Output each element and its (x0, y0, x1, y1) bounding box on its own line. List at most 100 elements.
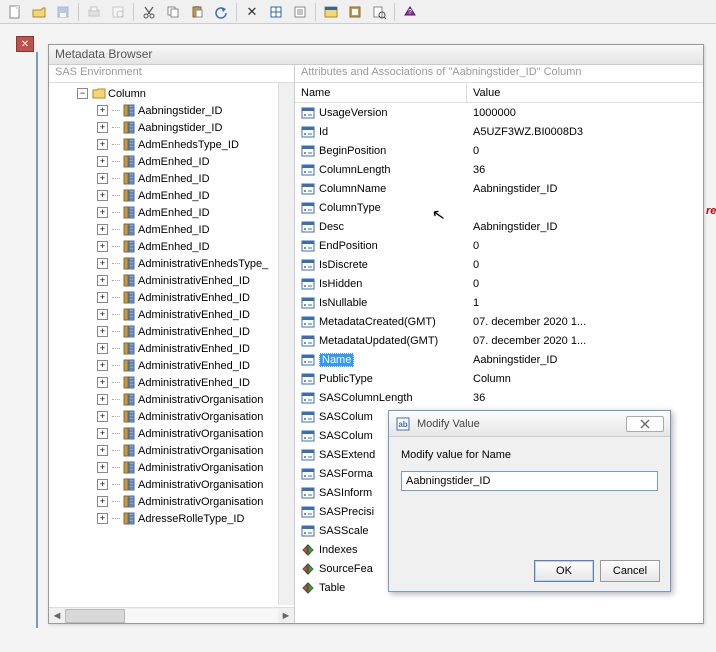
tree-item[interactable]: +AdministrativOrganisation (49, 408, 294, 425)
expand-icon[interactable]: + (97, 479, 108, 490)
expand-icon[interactable]: + (97, 292, 108, 303)
attribute-row[interactable]: ColumnNameAabningstider_ID (295, 179, 703, 198)
expand-icon[interactable]: + (97, 105, 108, 116)
tree-root-column[interactable]: −Column (49, 85, 294, 102)
expand-icon[interactable]: + (97, 139, 108, 150)
attribute-row[interactable]: IsDiscrete0 (295, 255, 703, 274)
cut-icon[interactable] (138, 2, 160, 22)
expand-icon[interactable]: + (97, 377, 108, 388)
expand-icon[interactable]: + (97, 360, 108, 371)
tree-item[interactable]: +AdministrativEnhed_ID (49, 323, 294, 340)
find-icon[interactable] (368, 2, 390, 22)
module-icon[interactable] (344, 2, 366, 22)
grid-icon[interactable] (265, 2, 287, 22)
modify-value-input[interactable] (401, 471, 658, 491)
property-icon (301, 182, 315, 196)
attribute-row[interactable]: BeginPosition0 (295, 141, 703, 160)
attribute-row[interactable]: SASColumnLength36 (295, 388, 703, 407)
tree-item[interactable]: +AdmEnhed_ID (49, 221, 294, 238)
attribute-row[interactable]: NameAabningstider_ID (295, 350, 703, 369)
undo-icon[interactable] (210, 2, 232, 22)
expand-icon[interactable]: + (97, 445, 108, 456)
save-icon[interactable] (52, 2, 74, 22)
cancel-button[interactable]: Cancel (600, 560, 660, 582)
tree-item[interactable]: +AdresseRolleType_ID (49, 510, 294, 527)
tree-item[interactable]: +AdministrativOrganisation (49, 476, 294, 493)
explorer-icon[interactable] (320, 2, 342, 22)
attribute-row[interactable]: PublicTypeColumn (295, 369, 703, 388)
copy-icon[interactable] (162, 2, 184, 22)
attribute-row[interactable]: EndPosition0 (295, 236, 703, 255)
attribute-row[interactable]: IsHidden0 (295, 274, 703, 293)
expand-icon[interactable]: + (97, 513, 108, 524)
dialog-close-icon[interactable] (626, 416, 664, 432)
tree-item[interactable]: +AdmEnhed_ID (49, 238, 294, 255)
column-icon (122, 189, 136, 202)
scroll-right-icon[interactable]: ► (278, 609, 294, 623)
delete-icon[interactable]: ✕ (241, 2, 263, 22)
dialog-titlebar[interactable]: ab Modify Value (389, 411, 670, 437)
expand-icon[interactable]: + (97, 241, 108, 252)
tree-item[interactable]: +Aabningstider_ID (49, 102, 294, 119)
expand-icon[interactable]: + (97, 462, 108, 473)
print-icon[interactable] (83, 2, 105, 22)
tree-item[interactable]: +AdministrativOrganisation (49, 425, 294, 442)
tree-item[interactable]: +AdmEnhedsType_ID (49, 136, 294, 153)
attribute-row[interactable]: MetadataUpdated(GMT)07. december 2020 1.… (295, 331, 703, 350)
close-tab-button[interactable]: ✕ (16, 36, 34, 52)
tree-item[interactable]: +AdministrativOrganisation (49, 391, 294, 408)
col-header-value[interactable]: Value (467, 87, 703, 99)
col-header-name[interactable]: Name (295, 83, 467, 102)
scroll-left-icon[interactable]: ◄ (49, 609, 65, 623)
tree-item[interactable]: +AdmEnhed_ID (49, 204, 294, 221)
expand-icon[interactable]: + (97, 496, 108, 507)
expand-icon[interactable]: + (97, 258, 108, 269)
help-icon[interactable]: ? (399, 2, 421, 22)
paste-icon[interactable] (186, 2, 208, 22)
attribute-row[interactable]: MetadataCreated(GMT)07. december 2020 1.… (295, 312, 703, 331)
ok-button[interactable]: OK (534, 560, 594, 582)
attribute-name: SASExtend (319, 449, 375, 461)
tree-item[interactable]: +AdministrativEnhed_ID (49, 272, 294, 289)
tree-item[interactable]: +AdmEnhed_ID (49, 153, 294, 170)
tree-item[interactable]: +AdministrativOrganisation (49, 442, 294, 459)
preview-icon[interactable] (107, 2, 129, 22)
collapse-icon[interactable]: − (77, 88, 88, 99)
tree-item[interactable]: +AdmEnhed_ID (49, 170, 294, 187)
expand-icon[interactable]: + (97, 207, 108, 218)
tree-item[interactable]: +AdmEnhed_ID (49, 187, 294, 204)
list-icon[interactable] (289, 2, 311, 22)
expand-icon[interactable]: + (97, 326, 108, 337)
expand-icon[interactable]: + (97, 173, 108, 184)
attribute-row[interactable]: ColumnLength36 (295, 160, 703, 179)
expand-icon[interactable]: + (97, 411, 108, 422)
tree-item[interactable]: +AdministrativEnhed_ID (49, 340, 294, 357)
open-icon[interactable] (28, 2, 50, 22)
tree-item[interactable]: +AdministrativEnhed_ID (49, 306, 294, 323)
tree-item[interactable]: +AdministrativEnhed_ID (49, 357, 294, 374)
expand-icon[interactable]: + (97, 275, 108, 286)
expand-icon[interactable]: + (97, 156, 108, 167)
expand-icon[interactable]: + (97, 343, 108, 354)
expand-icon[interactable]: + (97, 428, 108, 439)
attribute-row[interactable]: DescAabningstider_ID (295, 217, 703, 236)
tree-item[interactable]: +AdministrativEnhed_ID (49, 374, 294, 391)
expand-icon[interactable]: + (97, 122, 108, 133)
tree-horizontal-scrollbar[interactable]: ◄ ► (49, 607, 294, 623)
expand-icon[interactable]: + (97, 309, 108, 320)
tree-item[interactable]: +AdministrativOrganisation (49, 493, 294, 510)
tree-vertical-scrollbar[interactable] (278, 83, 294, 605)
tree-item[interactable]: +AdministrativEnhed_ID (49, 289, 294, 306)
attribute-row[interactable]: IsNullable1 (295, 293, 703, 312)
expand-icon[interactable]: + (97, 394, 108, 405)
attribute-name: UsageVersion (319, 107, 388, 119)
expand-icon[interactable]: + (97, 190, 108, 201)
attribute-row[interactable]: UsageVersion1000000 (295, 103, 703, 122)
tree-item[interactable]: +AdministrativOrganisation (49, 459, 294, 476)
tree-item[interactable]: +Aabningstider_ID (49, 119, 294, 136)
attribute-row[interactable]: ColumnType (295, 198, 703, 217)
tree-item[interactable]: +AdministrativEnhedsType_ (49, 255, 294, 272)
expand-icon[interactable]: + (97, 224, 108, 235)
attribute-row[interactable]: IdA5UZF3WZ.BI0008D3 (295, 122, 703, 141)
new-file-icon[interactable] (4, 2, 26, 22)
